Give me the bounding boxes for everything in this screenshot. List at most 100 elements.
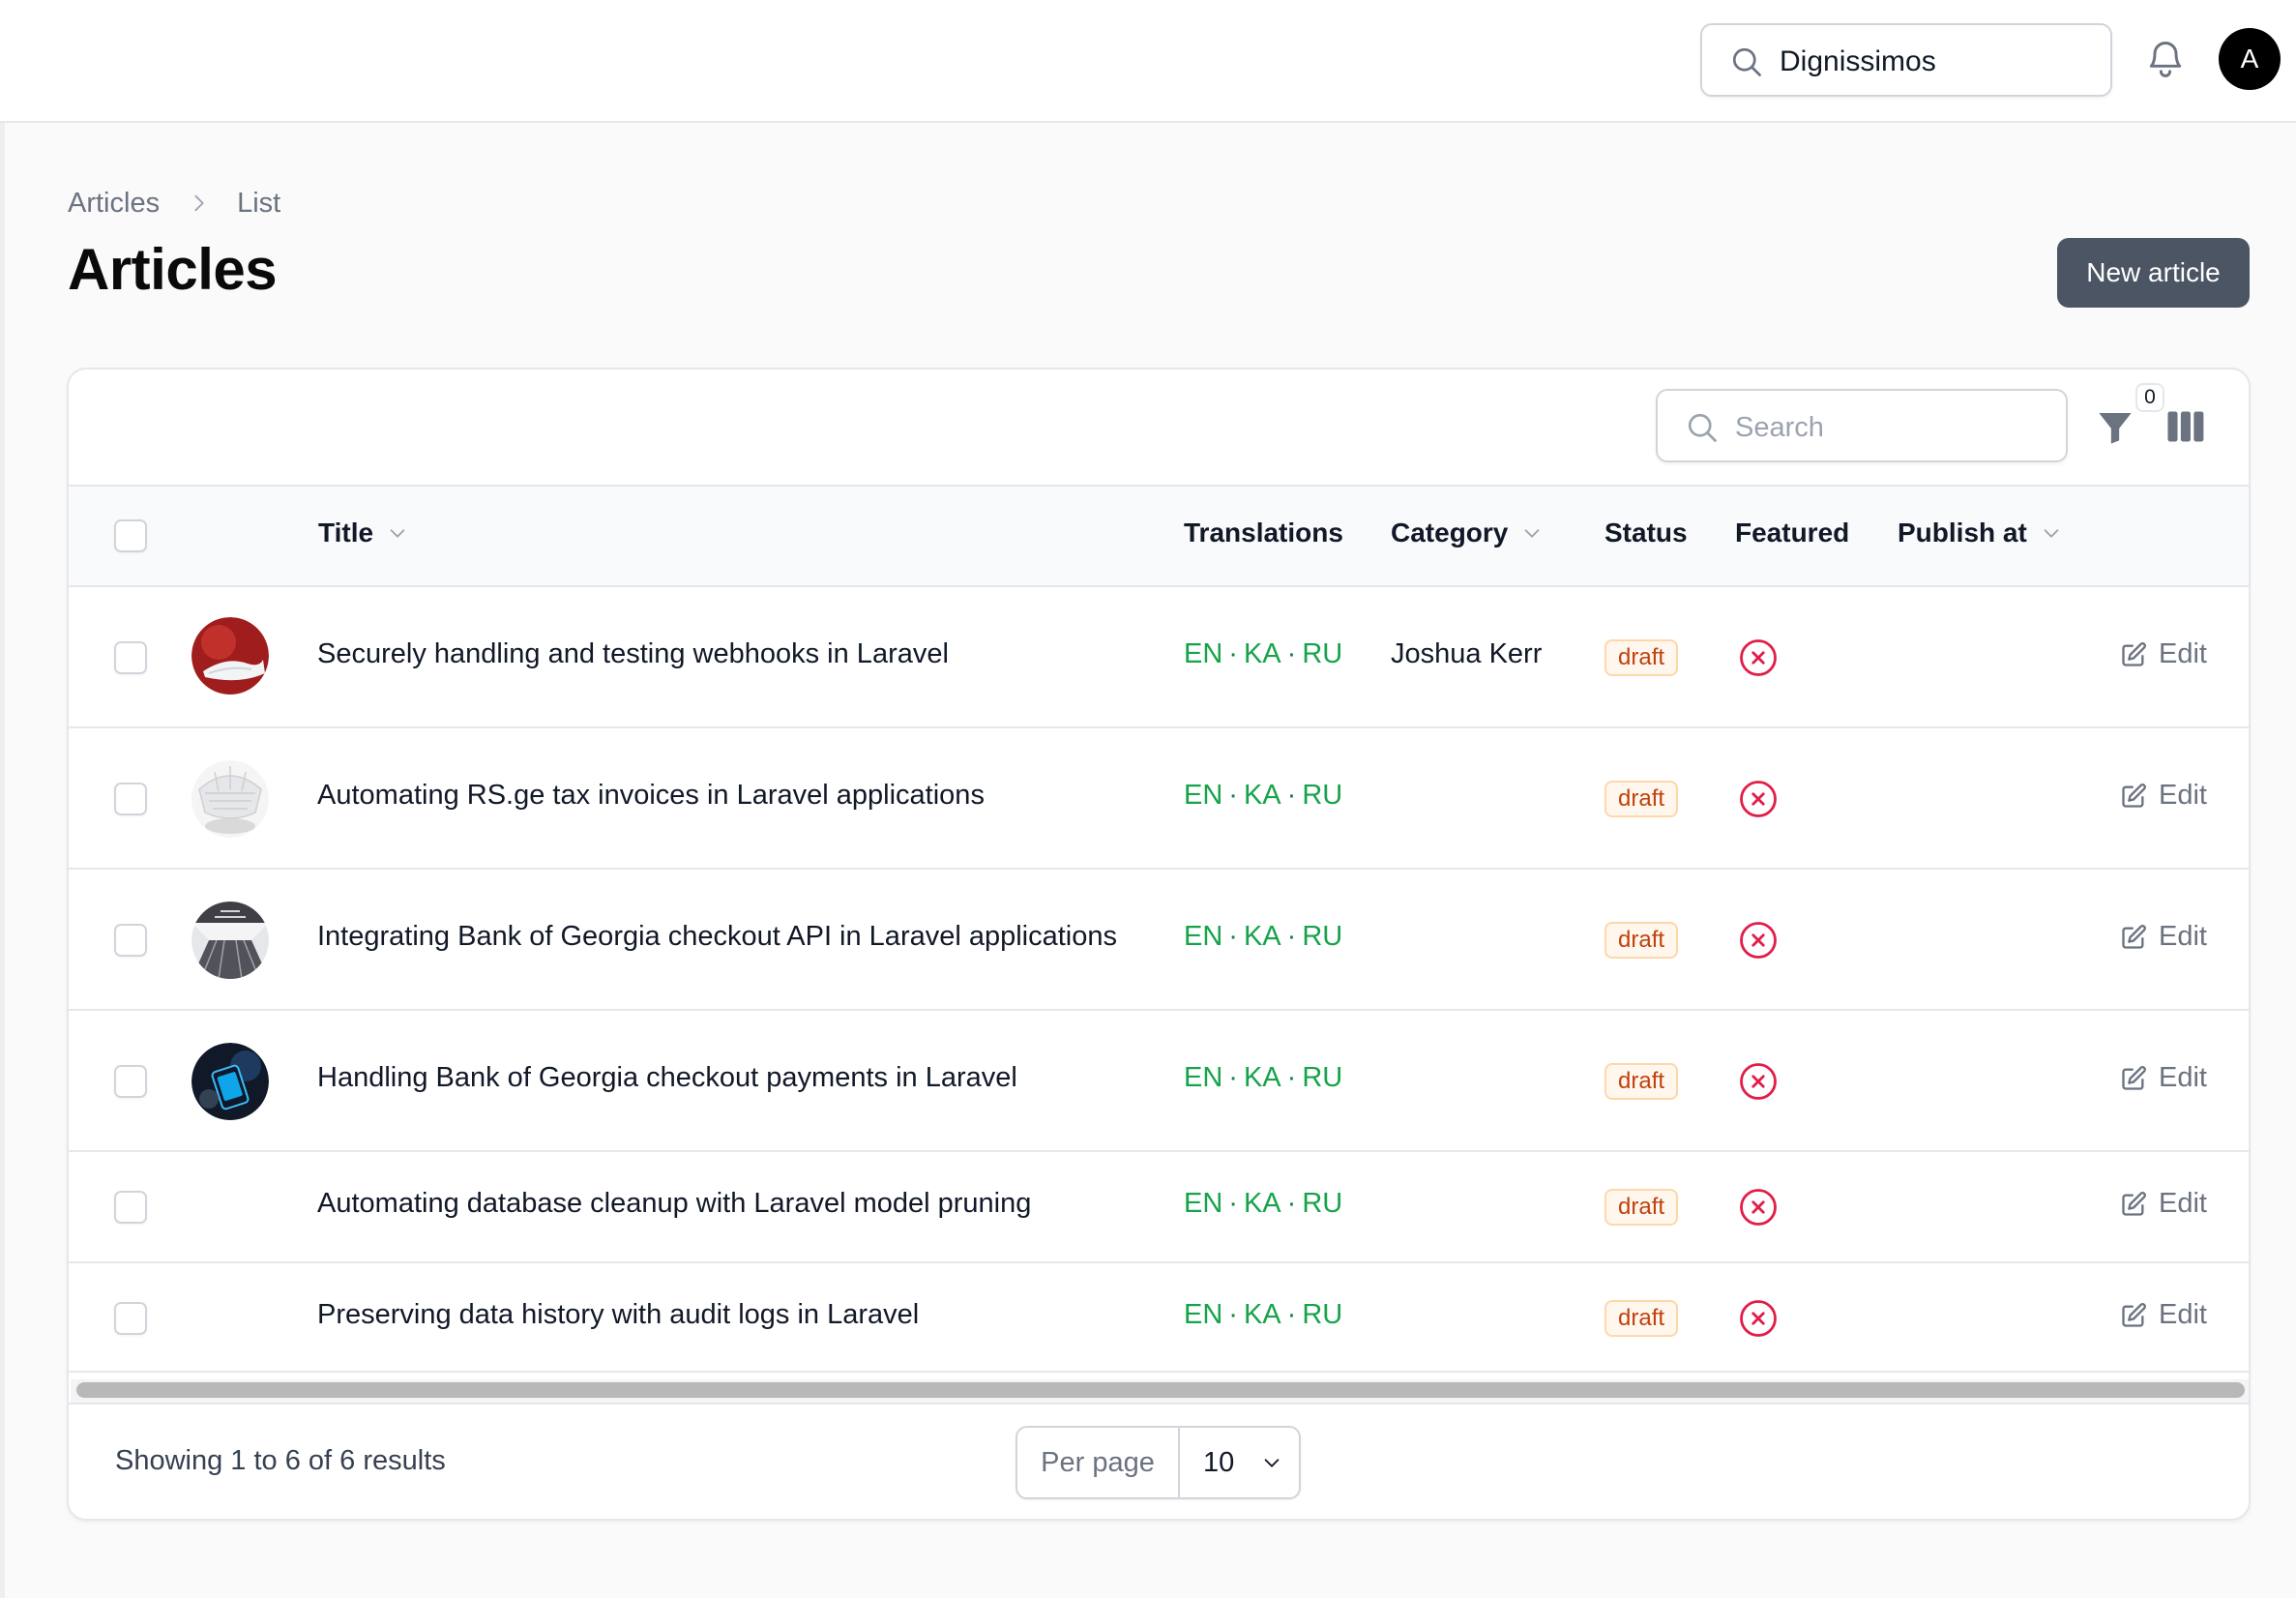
translation-ru[interactable]: RU — [1302, 780, 1342, 811]
row-translations: EN · KA · RU — [1184, 780, 1343, 811]
table-search-input[interactable] — [1735, 406, 2054, 449]
row-checkbox[interactable] — [114, 641, 147, 674]
breadcrumb-item-list[interactable]: List — [237, 188, 280, 220]
column-category-label: Category — [1391, 518, 1509, 547]
translation-en[interactable]: EN — [1184, 1062, 1222, 1093]
translation-en[interactable]: EN — [1184, 780, 1222, 811]
filter-count-badge: 0 — [2135, 383, 2164, 412]
select-all-checkbox[interactable] — [114, 519, 147, 552]
status-badge: draft — [1604, 1189, 1679, 1226]
new-article-button[interactable]: New article — [2057, 238, 2250, 308]
breadcrumb: Articles List — [68, 186, 280, 221]
translation-ka[interactable]: KA — [1244, 638, 1281, 669]
column-publish-at[interactable]: Publish at — [1898, 518, 2062, 548]
translation-en[interactable]: EN — [1184, 921, 1222, 952]
row-translations: EN · KA · RU — [1184, 1062, 1343, 1093]
translation-ru[interactable]: RU — [1302, 921, 1342, 952]
column-translations: Translations — [1184, 518, 1343, 548]
per-page-select[interactable]: Per page 10 — [1016, 1426, 1301, 1499]
translation-ru[interactable]: RU — [1302, 1299, 1342, 1330]
row-translations: EN · KA · RU — [1184, 1188, 1343, 1219]
edit-icon — [2122, 1191, 2146, 1216]
translation-ru[interactable]: RU — [1302, 1188, 1342, 1219]
translation-ru[interactable]: RU — [1302, 1062, 1342, 1093]
translation-ka[interactable]: KA — [1244, 921, 1281, 952]
table-header: Title Translations Category Status Featu… — [69, 485, 2249, 587]
edit-label: Edit — [2159, 1299, 2207, 1330]
edit-label: Edit — [2159, 780, 2207, 811]
x-circle-icon — [1740, 1300, 1777, 1337]
row-title: Automating database cleanup with Laravel… — [317, 1188, 1032, 1219]
table-row[interactable]: Automating RS.ge tax invoices in Laravel… — [69, 728, 2249, 870]
column-title[interactable]: Title — [318, 518, 408, 548]
table-row[interactable]: Handling Bank of Georgia checkout paymen… — [69, 1011, 2249, 1152]
column-category[interactable]: Category — [1391, 518, 1543, 548]
article-thumbnail — [191, 617, 269, 695]
x-circle-icon — [1740, 922, 1777, 959]
edit-link[interactable]: Edit — [2120, 1299, 2207, 1331]
row-checkbox[interactable] — [114, 924, 147, 957]
per-page-dropdown[interactable]: 10 — [1180, 1428, 1299, 1497]
bell-icon[interactable] — [2144, 37, 2187, 81]
translation-en[interactable]: EN — [1184, 1299, 1222, 1330]
translation-ka[interactable]: KA — [1244, 780, 1281, 811]
column-featured-label: Featured — [1735, 518, 1850, 547]
columns-icon[interactable] — [2167, 410, 2204, 443]
row-checkbox[interactable] — [114, 783, 147, 815]
chevron-down-icon — [1525, 529, 1540, 538]
translation-en[interactable]: EN — [1184, 1188, 1222, 1219]
table-row[interactable]: Integrating Bank of Georgia checkout API… — [69, 870, 2249, 1011]
column-featured: Featured — [1735, 518, 1849, 548]
edit-label: Edit — [2159, 638, 2207, 669]
horizontal-scrollbar[interactable] — [76, 1382, 2245, 1398]
edit-label: Edit — [2159, 1062, 2207, 1093]
table-row[interactable]: Automating database cleanup with Laravel… — [69, 1152, 2249, 1263]
translation-ka[interactable]: KA — [1244, 1188, 1281, 1219]
x-circle-icon — [1740, 1063, 1777, 1100]
per-page-value: 10 — [1203, 1446, 1235, 1478]
global-search-input[interactable] — [1780, 41, 2099, 83]
filter-icon[interactable] — [2096, 408, 2134, 447]
edit-label: Edit — [2159, 921, 2207, 952]
breadcrumb-item-articles[interactable]: Articles — [68, 188, 160, 220]
edit-link[interactable]: Edit — [2120, 780, 2207, 812]
avatar[interactable]: A — [2219, 28, 2281, 90]
row-title: Handling Bank of Georgia checkout paymen… — [317, 1062, 1017, 1093]
page-title: Articles — [68, 237, 278, 302]
translation-ka[interactable]: KA — [1244, 1062, 1281, 1093]
edit-link[interactable]: Edit — [2120, 1188, 2207, 1220]
table-row[interactable]: Securely handling and testing webhooks i… — [69, 587, 2249, 728]
per-page-label: Per page — [1017, 1428, 1180, 1497]
row-checkbox[interactable] — [114, 1302, 147, 1335]
table-row[interactable]: Preserving data history with audit logs … — [69, 1263, 2249, 1373]
row-translations: EN · KA · RU — [1184, 921, 1343, 952]
sidebar-edge — [0, 123, 5, 1598]
translation-ka[interactable]: KA — [1244, 1299, 1281, 1330]
column-title-label: Title — [318, 518, 374, 547]
column-translations-label: Translations — [1184, 518, 1343, 547]
status-badge: draft — [1604, 639, 1679, 676]
row-checkbox[interactable] — [114, 1191, 147, 1224]
edit-link[interactable]: Edit — [2120, 638, 2207, 670]
edit-icon — [2122, 1065, 2146, 1090]
x-circle-icon — [1740, 639, 1777, 676]
table-search[interactable] — [1656, 389, 2068, 462]
status-badge: draft — [1604, 1063, 1679, 1100]
translation-en[interactable]: EN — [1184, 638, 1222, 669]
search-icon — [1732, 47, 1761, 76]
column-status-label: Status — [1604, 518, 1688, 547]
row-checkbox[interactable] — [114, 1065, 147, 1098]
edit-label: Edit — [2159, 1188, 2207, 1219]
row-title: Automating RS.ge tax invoices in Laravel… — [317, 780, 985, 811]
column-status: Status — [1604, 518, 1688, 548]
edit-link[interactable]: Edit — [2120, 921, 2207, 953]
translation-ru[interactable]: RU — [1302, 638, 1342, 669]
x-circle-icon — [1740, 1189, 1777, 1226]
edit-icon — [2122, 1302, 2146, 1327]
edit-link[interactable]: Edit — [2120, 1062, 2207, 1094]
status-badge: draft — [1604, 1300, 1679, 1337]
row-title: Preserving data history with audit logs … — [317, 1299, 920, 1330]
search-icon — [1688, 413, 1717, 442]
global-search[interactable] — [1700, 23, 2112, 97]
row-translations: EN · KA · RU — [1184, 638, 1343, 669]
